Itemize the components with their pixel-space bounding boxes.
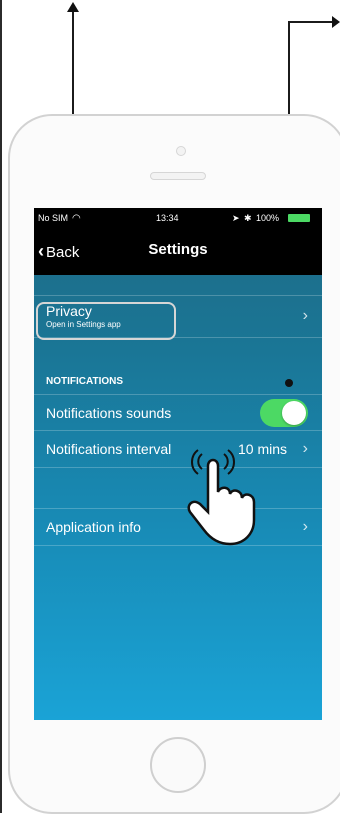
clock: 13:34 [156,213,179,223]
location-icon: ➤ [232,213,240,223]
carrier-label: No SIM [38,213,69,223]
notifications-sounds-toggle[interactable] [260,399,308,427]
phone-speaker [150,172,206,180]
frame-border-left [0,0,2,813]
callout-dot [285,379,293,387]
bluetooth-icon: ✱ [244,213,252,223]
notifications-interval-row[interactable]: Notifications interval 10 mins › [34,431,322,467]
battery-icon [288,214,310,222]
section-header-notifications: NOTIFICATIONS [46,376,124,387]
chevron-right-icon: › [302,518,308,535]
toggle-knob [282,401,306,425]
divider [34,467,322,468]
status-bar: No SIM ◠ 13:34 ➤ ✱ 100% [34,208,322,228]
nav-bar: ‹ Back Settings [34,228,322,275]
application-info-label: Application info [46,519,141,535]
phone-camera [176,146,186,156]
page-title: Settings [148,241,208,258]
chevron-right-icon: › [302,307,308,324]
privacy-highlight-box [36,302,176,340]
chevron-right-icon: › [302,440,308,457]
callout-arrowhead-privacy [67,2,79,12]
notifications-interval-label: Notifications interval [46,441,172,457]
tap-hand-icon [187,449,256,546]
application-info-row[interactable]: Application info › [34,509,322,545]
app-screen: No SIM ◠ 13:34 ➤ ✱ 100% ‹ Back Settings P… [34,208,322,720]
notifications-sounds-label: Notifications sounds [46,405,172,421]
battery-percent: 100% [256,213,280,223]
divider [34,545,322,546]
home-button[interactable] [150,737,206,793]
wifi-icon: ◠ [72,213,81,224]
callout-arrow-sounds-horizontal [288,21,332,23]
callout-arrowhead-sounds [332,16,340,28]
